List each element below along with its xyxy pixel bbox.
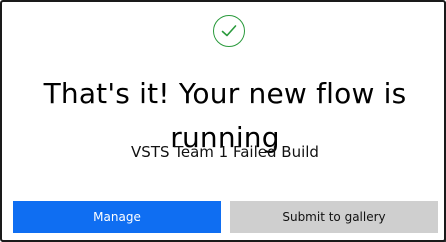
submit-to-gallery-button[interactable]: Submit to gallery: [230, 201, 438, 233]
flow-created-dialog: That's it! Your new flow is running VSTS…: [0, 0, 446, 242]
flow-name: VSTS Team 1 Failed Build: [131, 143, 319, 161]
manage-button[interactable]: Manage: [13, 201, 221, 233]
checkmark-circle-icon: [213, 15, 245, 47]
checkmark-icon: [221, 25, 237, 37]
